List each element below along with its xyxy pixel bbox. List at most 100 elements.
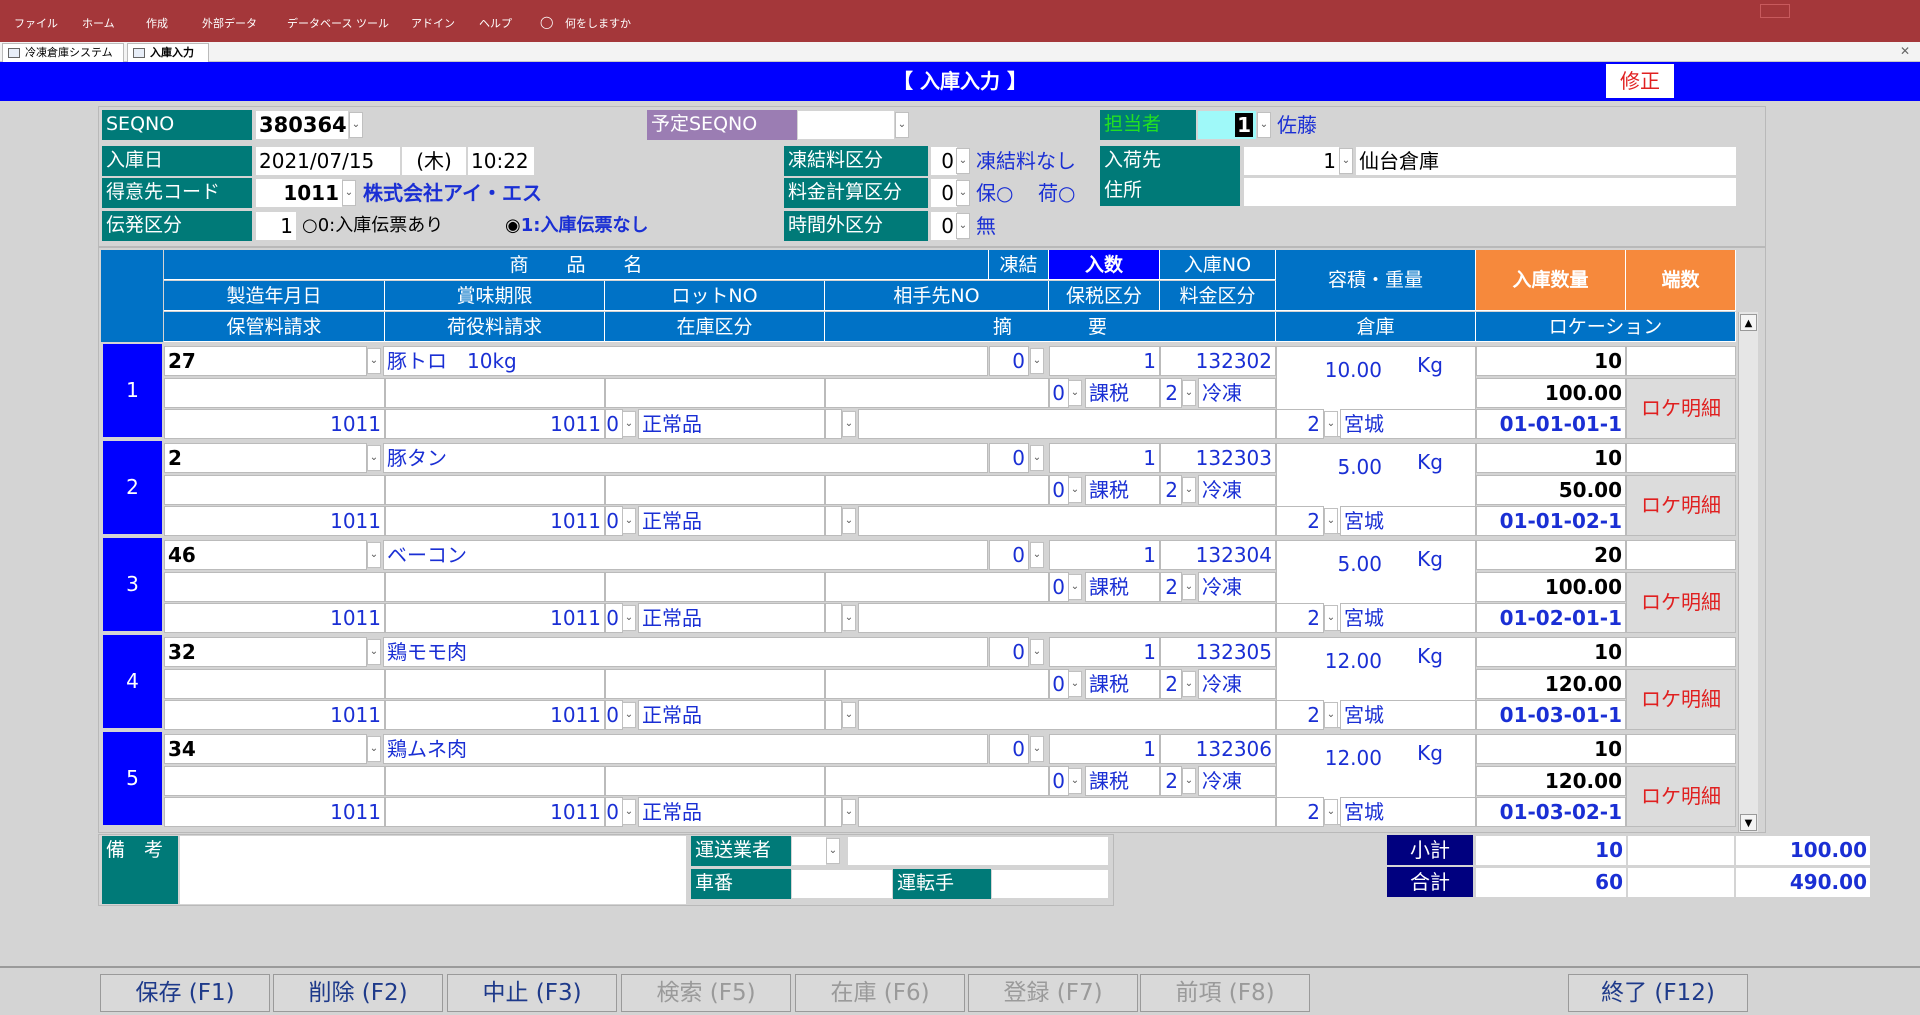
handling-billing-field[interactable]: 1011 — [385, 700, 605, 730]
menu-file[interactable]: ファイル — [14, 15, 58, 31]
handling-billing-field[interactable]: 1011 — [385, 603, 605, 633]
tell-me-search[interactable]: 何をしますか — [565, 15, 631, 31]
remarks-field[interactable] — [180, 836, 686, 904]
freeze-dropdown-icon[interactable]: ⌄ — [1030, 348, 1044, 374]
fee-class-field[interactable]: 2 — [1160, 669, 1182, 699]
receipt-time-field[interactable]: 10:22 — [468, 147, 534, 175]
menu-home[interactable]: ホーム — [82, 15, 115, 31]
stock-dropdown-icon[interactable]: ⌄ — [622, 508, 636, 534]
location-detail-button[interactable]: ロケ明細 — [1626, 572, 1736, 633]
product-name[interactable]: ベーコン — [383, 540, 988, 570]
previous-button[interactable]: 前項 (F8) — [1140, 974, 1310, 1012]
tax-class-field[interactable]: 0 — [1049, 572, 1069, 602]
summary-code-field[interactable] — [825, 603, 842, 633]
fraction-field[interactable] — [1626, 734, 1736, 764]
warehouse-code-field[interactable]: 2 — [1276, 797, 1324, 827]
summary-field[interactable] — [858, 409, 1276, 439]
tax-class-field[interactable]: 0 — [1049, 378, 1069, 408]
tax-class-field[interactable]: 0 — [1049, 475, 1069, 505]
carrier-dropdown-icon[interactable]: ⌄ — [826, 838, 840, 864]
freeze-dropdown-icon[interactable]: ⌄ — [1030, 445, 1044, 471]
fee-class-field[interactable]: 2 — [1160, 572, 1182, 602]
product-dropdown-icon[interactable]: ⌄ — [367, 445, 381, 471]
fee-calc-dropdown-icon[interactable]: ⌄ — [956, 180, 970, 206]
fraction-field[interactable] — [1626, 346, 1736, 376]
seqno-dropdown-icon[interactable]: ⌄ — [349, 112, 363, 138]
warehouse-code-field[interactable]: 2 — [1276, 409, 1324, 439]
stock-dropdown-icon[interactable]: ⌄ — [622, 411, 636, 437]
qty-field[interactable]: 1 — [1049, 734, 1160, 764]
freeze-fee-field[interactable]: 0 — [931, 147, 957, 175]
product-code-field[interactable]: 32 — [164, 637, 367, 667]
qty-field[interactable]: 1 — [1049, 637, 1160, 667]
handling-billing-field[interactable]: 1011 — [385, 409, 605, 439]
slip-field[interactable]: 1 — [256, 212, 296, 240]
edit-mode-button[interactable]: 修正 — [1606, 64, 1674, 98]
warehouse-dropdown-icon[interactable]: ⌄ — [1324, 702, 1338, 728]
delete-button[interactable]: 削除 (F2) — [273, 974, 443, 1012]
overtime-field[interactable]: 0 — [931, 212, 957, 240]
fee-class-field[interactable]: 2 — [1160, 766, 1182, 796]
warehouse-code-field[interactable]: 2 — [1276, 506, 1324, 536]
product-code-field[interactable]: 2 — [164, 443, 367, 473]
lot-no-field[interactable] — [605, 766, 825, 796]
product-dropdown-icon[interactable]: ⌄ — [367, 736, 381, 762]
staff-dropdown-icon[interactable]: ⌄ — [1257, 112, 1271, 138]
menu-external-data[interactable]: 外部データ — [202, 15, 257, 31]
summary-code-field[interactable] — [825, 409, 842, 439]
seqno-field[interactable]: 380364 — [256, 111, 348, 139]
stock-dropdown-icon[interactable]: ⌄ — [622, 799, 636, 825]
product-name[interactable]: 豚トロ 10kg — [383, 346, 988, 376]
summary-code-field[interactable] — [825, 700, 842, 730]
best-before-field[interactable] — [385, 475, 605, 505]
lot-no-field[interactable] — [605, 475, 825, 505]
tax-dropdown-icon[interactable]: ⌄ — [1068, 671, 1082, 697]
freeze-field[interactable]: 0 — [989, 637, 1029, 667]
fee-dropdown-icon[interactable]: ⌄ — [1182, 380, 1196, 406]
warehouse-code-field[interactable]: 2 — [1276, 603, 1324, 633]
product-code-field[interactable]: 46 — [164, 540, 367, 570]
summary-dropdown-icon[interactable]: ⌄ — [842, 702, 856, 728]
freeze-dropdown-icon[interactable]: ⌄ — [1030, 639, 1044, 665]
fee-dropdown-icon[interactable]: ⌄ — [1182, 768, 1196, 794]
fraction-field[interactable] — [1626, 540, 1736, 570]
product-name[interactable]: 鶏ムネ肉 — [383, 734, 988, 764]
location-detail-button[interactable]: ロケ明細 — [1626, 378, 1736, 439]
product-code-field[interactable]: 27 — [164, 346, 367, 376]
stock-class-field[interactable]: 0 — [605, 603, 623, 633]
best-before-field[interactable] — [385, 766, 605, 796]
scroll-down-icon[interactable]: ▼ — [1740, 814, 1757, 831]
product-name[interactable]: 豚タン — [383, 443, 988, 473]
stock-class-field[interactable]: 0 — [605, 409, 623, 439]
menu-addins[interactable]: アドイン — [411, 15, 455, 31]
product-dropdown-icon[interactable]: ⌄ — [367, 639, 381, 665]
driver-field[interactable] — [992, 870, 1108, 898]
fee-dropdown-icon[interactable]: ⌄ — [1182, 574, 1196, 600]
summary-dropdown-icon[interactable]: ⌄ — [842, 508, 856, 534]
best-before-field[interactable] — [385, 378, 605, 408]
summary-field[interactable] — [858, 506, 1276, 536]
summary-code-field[interactable] — [825, 506, 842, 536]
partner-no-field[interactable] — [825, 475, 1049, 505]
qty-field[interactable]: 1 — [1049, 443, 1160, 473]
tax-class-field[interactable]: 0 — [1049, 669, 1069, 699]
client-dropdown-icon[interactable]: ⌄ — [342, 180, 356, 206]
qty-field[interactable]: 1 — [1049, 540, 1160, 570]
register-button[interactable]: 登録 (F7) — [968, 974, 1138, 1012]
freeze-field[interactable]: 0 — [989, 443, 1029, 473]
freeze-dropdown-icon[interactable]: ⌄ — [1030, 736, 1044, 762]
warehouse-dropdown-icon[interactable]: ⌄ — [1324, 605, 1338, 631]
tax-dropdown-icon[interactable]: ⌄ — [1068, 574, 1082, 600]
grid-scrollbar[interactable]: ▲ ▼ — [1738, 312, 1758, 832]
fee-class-field[interactable]: 2 — [1160, 378, 1182, 408]
receipt-qty-field[interactable]: 10 — [1476, 734, 1626, 764]
storage-billing-field[interactable]: 1011 — [164, 603, 385, 633]
fraction-field[interactable] — [1626, 637, 1736, 667]
stock-class-field[interactable]: 0 — [605, 506, 623, 536]
staff-code-field[interactable]: 1 — [1198, 111, 1256, 139]
search-button[interactable]: 検索 (F5) — [621, 974, 791, 1012]
partner-no-field[interactable] — [825, 378, 1049, 408]
carrier-field[interactable] — [792, 837, 826, 865]
summary-dropdown-icon[interactable]: ⌄ — [842, 799, 856, 825]
window-control[interactable] — [1760, 4, 1790, 18]
